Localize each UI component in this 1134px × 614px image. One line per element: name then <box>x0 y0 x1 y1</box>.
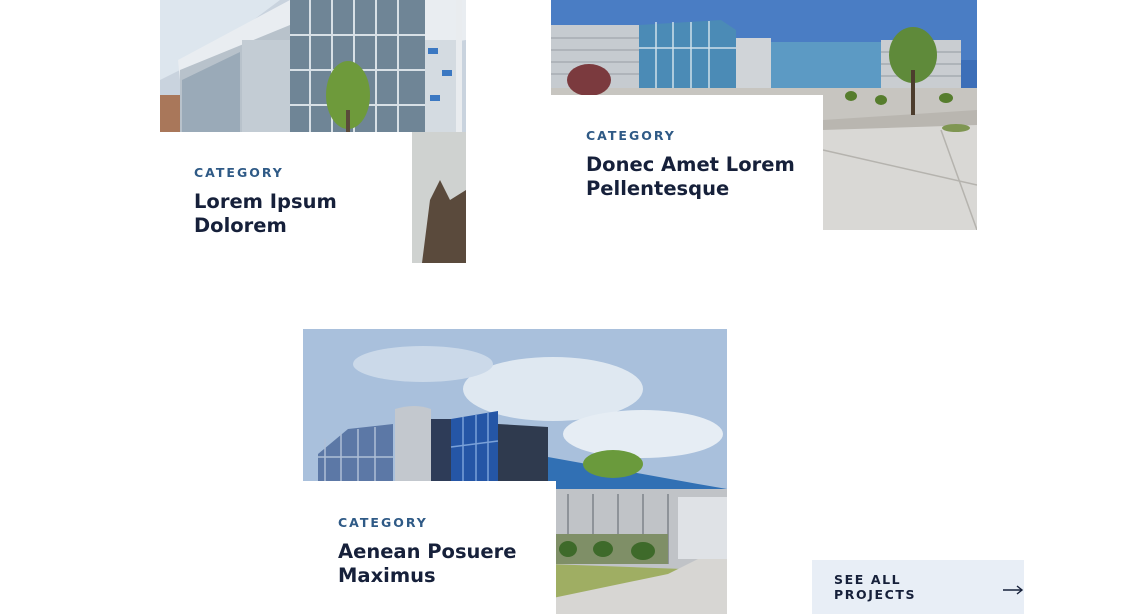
project-title[interactable]: Aenean Posuere Maximus <box>338 540 528 588</box>
project-title[interactable]: Donec Amet Lorem Pellentesque <box>586 153 801 201</box>
project-caption: CATEGORY Aenean Posuere Maximus <box>303 481 556 614</box>
see-all-projects-button[interactable]: SEE ALL PROJECTS <box>812 560 1024 614</box>
project-card-2[interactable]: CATEGORY Donec Amet Lorem Pellentesque <box>551 0 977 230</box>
project-title[interactable]: Lorem Ipsum Dolorem <box>194 190 354 238</box>
project-category: CATEGORY <box>586 128 676 143</box>
project-caption: CATEGORY Donec Amet Lorem Pellentesque <box>551 95 823 230</box>
arrow-right-icon <box>1002 582 1024 595</box>
project-category: CATEGORY <box>194 165 284 180</box>
see-all-projects-label: SEE ALL PROJECTS <box>834 572 917 602</box>
project-card-3[interactable]: CATEGORY Aenean Posuere Maximus <box>303 329 727 614</box>
project-card-1[interactable]: CATEGORY Lorem Ipsum Dolorem <box>160 0 466 263</box>
project-category: CATEGORY <box>338 515 428 530</box>
project-caption: CATEGORY Lorem Ipsum Dolorem <box>160 132 412 263</box>
